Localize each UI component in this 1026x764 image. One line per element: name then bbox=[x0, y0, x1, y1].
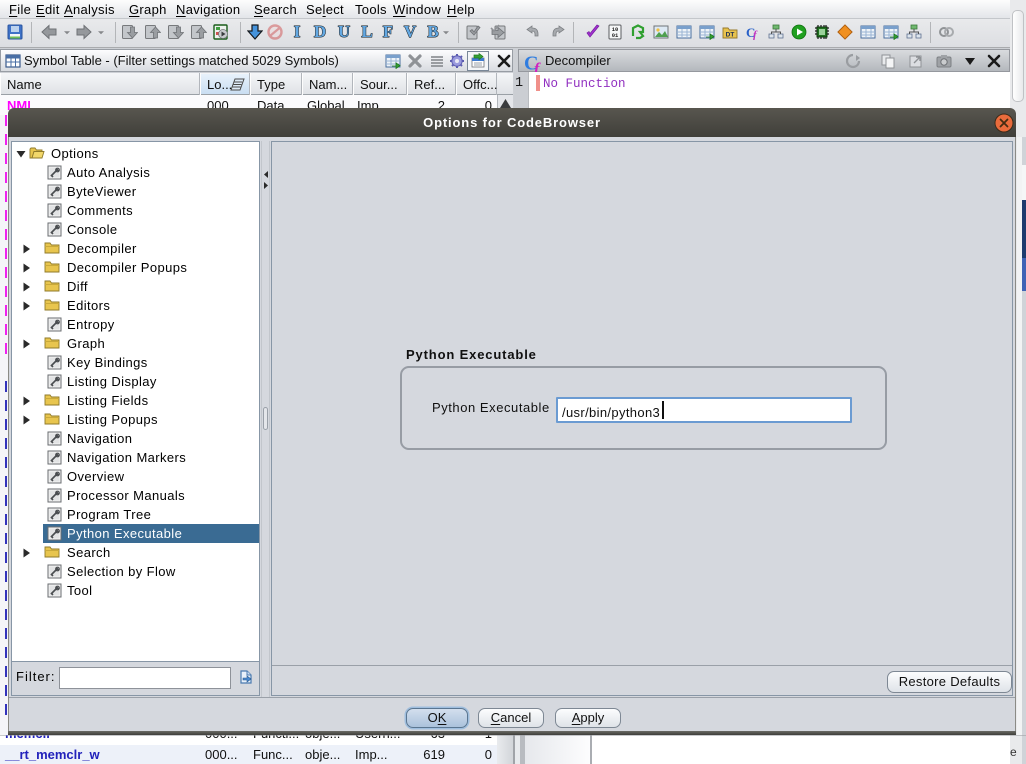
svg-text:f: f bbox=[534, 59, 541, 72]
svg-text:I: I bbox=[294, 22, 301, 41]
svg-text:01: 01 bbox=[612, 32, 619, 39]
svg-text:F: F bbox=[383, 22, 393, 41]
svg-text:D: D bbox=[314, 22, 326, 41]
svg-text:V: V bbox=[404, 22, 417, 41]
svg-text:B: B bbox=[427, 22, 438, 41]
svg-text:f: f bbox=[753, 29, 758, 40]
svg-text:DT: DT bbox=[726, 32, 735, 39]
svg-text:U: U bbox=[338, 22, 350, 41]
svg-text:L: L bbox=[361, 22, 372, 41]
